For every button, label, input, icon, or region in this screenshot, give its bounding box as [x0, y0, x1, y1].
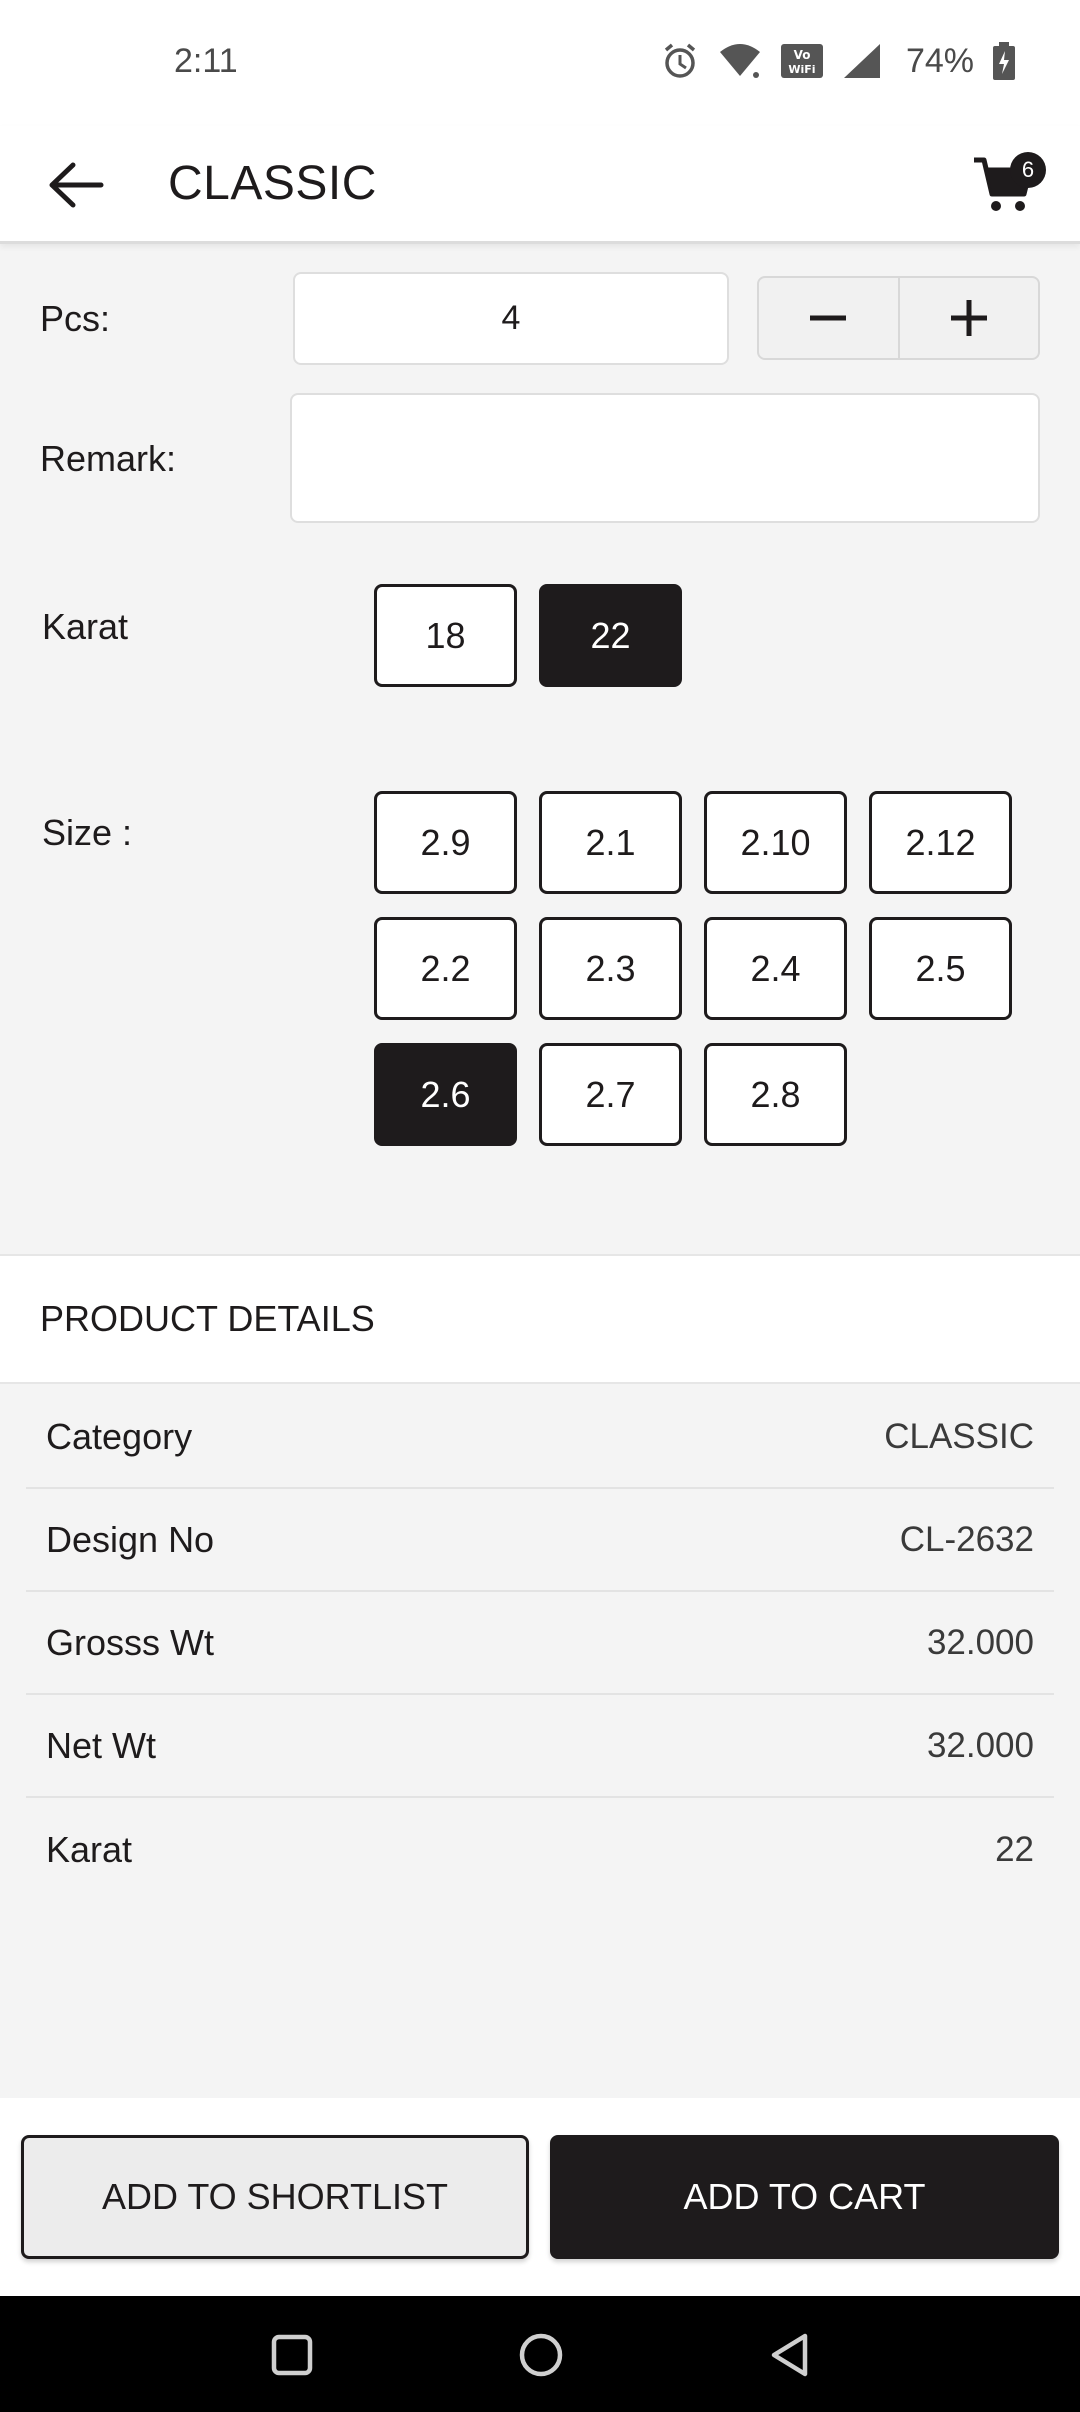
vowifi-icon: Vo WiFi: [780, 42, 824, 80]
recents-button[interactable]: [257, 2320, 327, 2390]
size-option[interactable]: 2.7: [539, 1043, 682, 1146]
detail-value: 32.000: [926, 1725, 1034, 1765]
cart-button[interactable]: 6: [970, 142, 1050, 222]
svg-text:Vo: Vo: [794, 48, 811, 62]
back-nav-button[interactable]: [754, 2320, 824, 2390]
size-option[interactable]: 2.4: [704, 917, 847, 1020]
product-details-header: PRODUCT DETAILS: [0, 1254, 1080, 1384]
detail-value: CL-2632: [899, 1519, 1034, 1559]
system-nav-bar: [0, 2296, 1080, 2412]
wifi-icon: [718, 42, 762, 80]
detail-row: Net Wt 32.000: [26, 1695, 1054, 1798]
alarm-icon: [660, 41, 700, 81]
page-title: CLASSIC: [168, 157, 377, 210]
size-option[interactable]: 2.1: [539, 791, 682, 894]
add-to-cart-button[interactable]: ADD TO CART: [550, 2135, 1059, 2259]
recents-square-icon: [271, 2334, 313, 2376]
karat-label: Karat: [42, 606, 129, 647]
bottom-action-bar: ADD TO SHORTLIST ADD TO CART: [0, 2098, 1080, 2296]
detail-key: Design No: [46, 1518, 215, 1560]
home-button[interactable]: [506, 2320, 576, 2390]
detail-row: Design No CL-2632: [26, 1489, 1054, 1592]
detail-value: 32.000: [926, 1622, 1034, 1662]
remark-label: Remark:: [40, 438, 177, 479]
svg-text:WiFi: WiFi: [788, 63, 815, 76]
pcs-label: Pcs:: [40, 298, 111, 339]
detail-key: Category: [46, 1415, 193, 1457]
plus-icon: [950, 300, 987, 336]
status-icons: Vo WiFi 74%: [660, 36, 1016, 86]
size-option[interactable]: 2.3: [539, 917, 682, 1020]
back-arrow-icon: [49, 162, 104, 208]
size-label: Size :: [42, 812, 133, 853]
minus-icon: [810, 315, 847, 321]
back-triangle-icon: [771, 2333, 808, 2377]
decrement-button[interactable]: [759, 278, 898, 358]
product-details-list: Category CLASSIC Design No CL-2632 Gross…: [26, 1386, 1054, 1901]
remark-input[interactable]: [290, 393, 1040, 523]
pcs-input[interactable]: 4: [293, 272, 729, 365]
detail-key: Karat: [46, 1828, 133, 1870]
back-button[interactable]: [40, 150, 110, 220]
karat-option[interactable]: 18: [374, 584, 517, 687]
app-bar: CLASSIC 6: [0, 126, 1080, 244]
detail-key: Grosss Wt: [46, 1621, 214, 1663]
status-time: 2:11: [174, 42, 238, 80]
size-option[interactable]: 2.12: [869, 791, 1012, 894]
signal-icon: [842, 42, 882, 80]
status-bar: 2:11 Vo WiFi 74%: [0, 0, 1080, 126]
karat-option-selected[interactable]: 22: [539, 584, 682, 687]
increment-button[interactable]: [900, 278, 1039, 358]
add-to-shortlist-button[interactable]: ADD TO SHORTLIST: [21, 2135, 529, 2259]
cart-count-badge: 6: [1010, 152, 1046, 188]
battery-percent: 74%: [905, 41, 974, 80]
size-option[interactable]: 2.8: [704, 1043, 847, 1146]
size-option[interactable]: 2.2: [374, 917, 517, 1020]
home-circle-icon: [519, 2333, 563, 2377]
size-option[interactable]: 2.5: [869, 917, 1012, 1020]
size-option[interactable]: 2.10: [704, 791, 847, 894]
detail-row: Grosss Wt 32.000: [26, 1592, 1054, 1695]
size-option-selected[interactable]: 2.6: [374, 1043, 517, 1146]
section-title: PRODUCT DETAILS: [40, 1298, 375, 1339]
detail-row: Karat 22: [26, 1798, 1054, 1901]
detail-value: 22: [995, 1829, 1034, 1869]
battery-charging-icon: [992, 41, 1016, 81]
detail-value: CLASSIC: [884, 1416, 1034, 1456]
detail-row: Category CLASSIC: [26, 1386, 1054, 1489]
quantity-stepper: [757, 276, 1040, 360]
size-option[interactable]: 2.9: [374, 791, 517, 894]
detail-key: Net Wt: [46, 1724, 157, 1766]
